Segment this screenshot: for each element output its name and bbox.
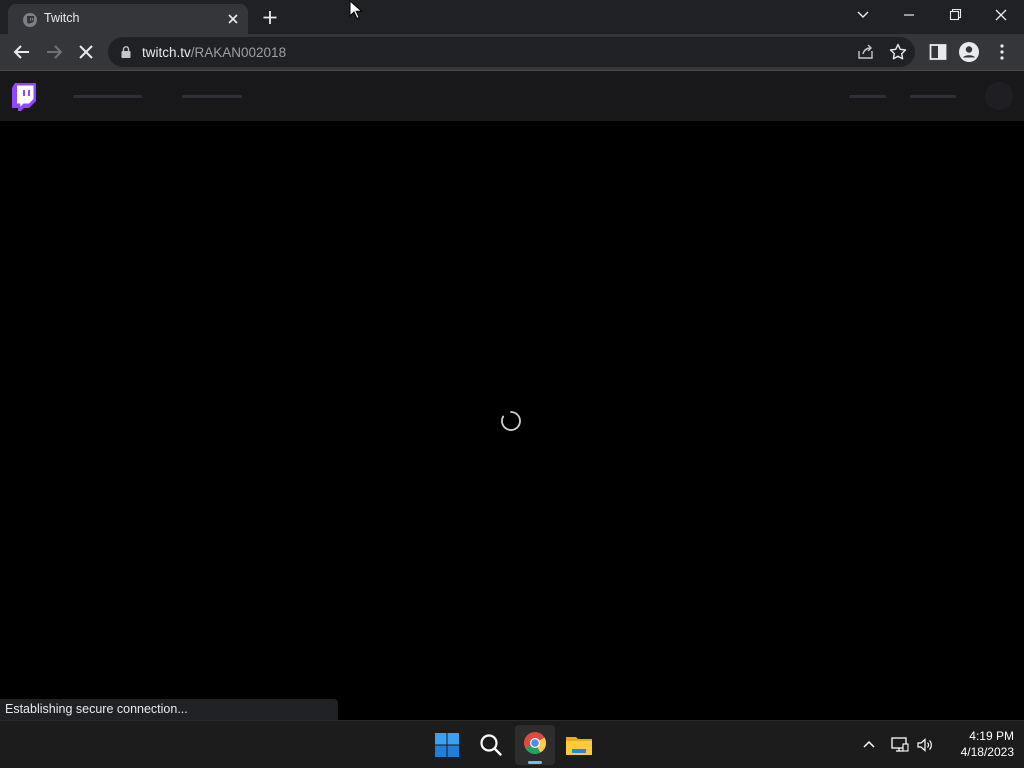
back-arrow-icon[interactable] [10,40,34,64]
share-icon[interactable] [856,42,876,62]
tab-search-chevron-icon[interactable] [849,4,877,26]
url-host: twitch.tv [142,45,191,60]
url-path: /RAKAN002018 [190,45,287,60]
nav-action-placeholder [910,95,956,98]
browser-tab-twitch[interactable]: Twitch [8,4,248,34]
search-icon[interactable] [475,729,507,761]
tab-title: Twitch [44,11,80,25]
profile-person-icon[interactable] [957,40,981,64]
nav-link-placeholder [182,95,242,98]
browser-status-bubble: Establishing secure connection... [0,699,338,720]
window-close-icon[interactable] [987,4,1015,26]
address-bar[interactable]: twitch.tv/RAKAN002018 [108,37,915,67]
nav-action-placeholder [849,95,886,98]
mouse-cursor-icon [349,0,363,20]
chrome-icon [524,732,546,754]
new-tab-plus-icon[interactable] [258,6,282,28]
stop-loading-icon[interactable] [74,40,98,64]
page-content [0,121,1024,720]
nav-link-placeholder [73,95,142,98]
forward-arrow-icon[interactable] [42,40,66,64]
chevron-up-icon[interactable] [860,736,878,754]
url-text[interactable]: twitch.tv/RAKAN002018 [142,45,286,60]
twitch-top-nav [0,71,1024,121]
restore-icon[interactable] [941,4,969,26]
lock-icon[interactable] [119,45,133,59]
browser-toolbar: twitch.tv/RAKAN002018 [0,34,1024,71]
windows-start-icon[interactable] [431,729,463,761]
loading-spinner-icon [501,411,521,431]
minimize-icon[interactable] [895,4,923,26]
kebab-menu-icon[interactable] [990,40,1014,64]
network-icon[interactable] [890,735,910,755]
browser-titlebar: Twitch [0,0,1024,34]
side-panel-icon[interactable] [926,40,950,64]
twitch-logo-icon[interactable] [12,83,38,111]
clock-date: 4/18/2023 [960,745,1014,759]
tab-close-icon[interactable] [224,10,242,28]
file-explorer-icon[interactable] [563,729,595,761]
bookmark-star-icon[interactable] [888,42,908,62]
active-app-indicator [528,761,542,764]
chrome-taskbar-button[interactable] [515,725,555,765]
windows-taskbar: 4:19 PM 4/18/2023 [0,720,1024,768]
clock-time: 4:19 PM [969,729,1014,743]
volume-icon[interactable] [915,735,935,755]
system-clock[interactable]: 4:19 PM 4/18/2023 [940,728,1014,760]
avatar-placeholder [985,82,1013,110]
twitch-favicon-icon [23,13,37,27]
